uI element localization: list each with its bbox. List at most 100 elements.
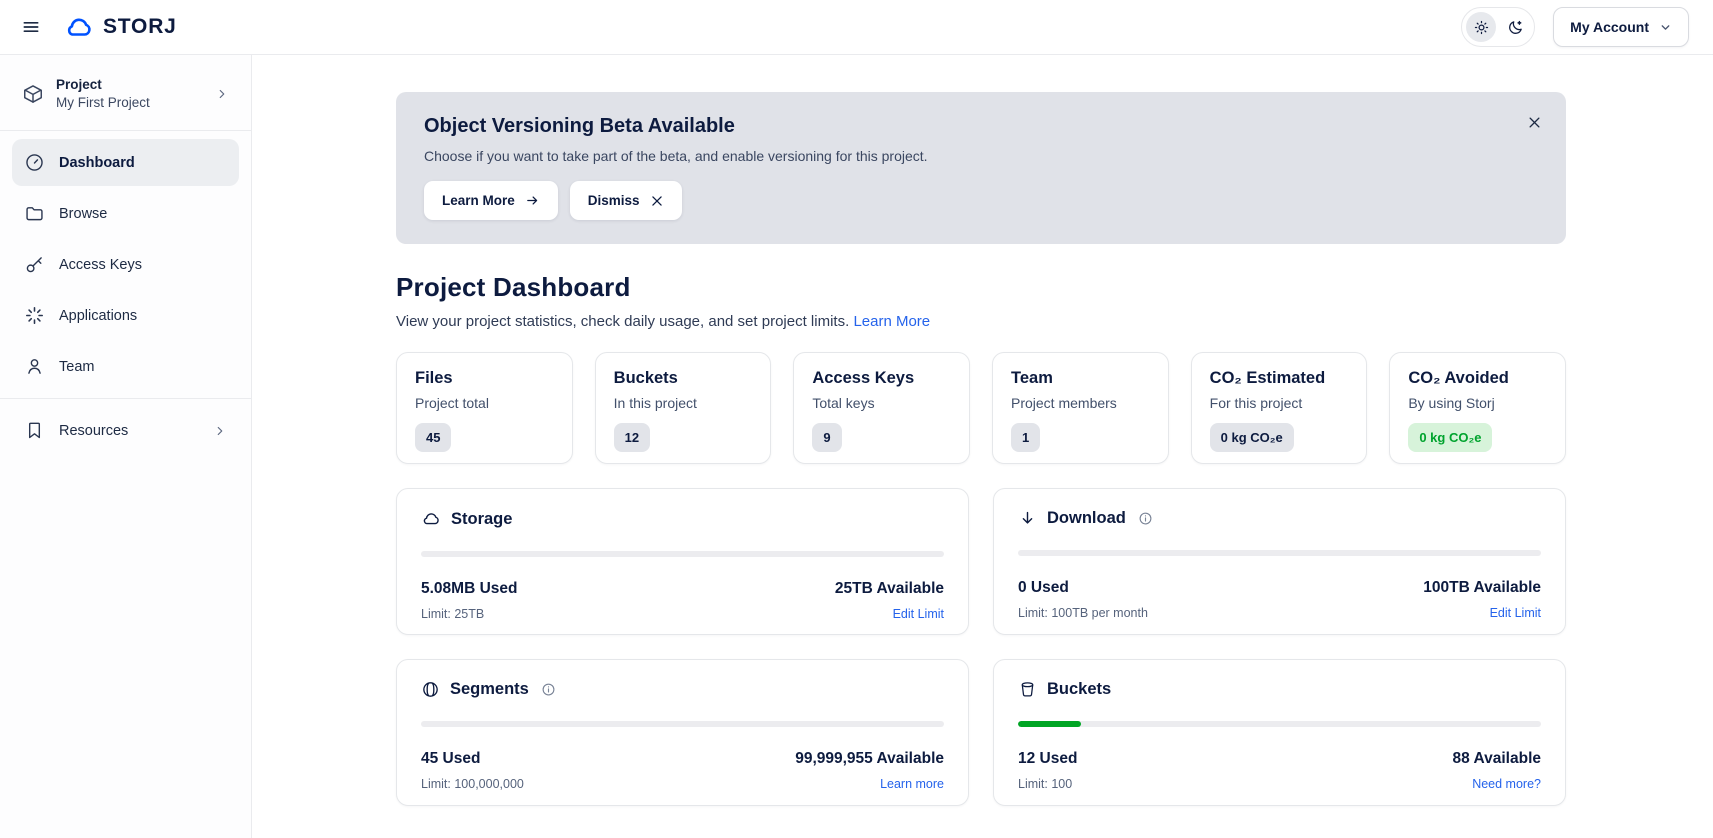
sidebar: Project My First Project Dashboard Brows… bbox=[0, 55, 252, 838]
learn-more-button[interactable]: Learn More bbox=[424, 181, 558, 220]
buckets-card: Buckets 12 Used 88 Available Limit: 100 … bbox=[993, 659, 1566, 806]
sidebar-item-access-keys[interactable]: Access Keys bbox=[12, 241, 239, 288]
versioning-banner: Object Versioning Beta Available Choose … bbox=[396, 92, 1566, 244]
main-content: Object Versioning Beta Available Choose … bbox=[252, 55, 1713, 838]
stat-title: Team bbox=[1011, 369, 1150, 388]
limit-text: Limit: 25TB bbox=[421, 607, 484, 621]
arrow-down-icon bbox=[1018, 509, 1037, 528]
close-icon bbox=[1527, 115, 1542, 130]
chevron-right-icon bbox=[215, 87, 229, 101]
stat-card-team: Team Project members 1 bbox=[992, 352, 1169, 464]
stat-subtitle: In this project bbox=[614, 395, 753, 411]
download-progress-track bbox=[1018, 550, 1541, 556]
project-selector[interactable]: Project My First Project bbox=[12, 65, 239, 122]
need-more-link[interactable]: Need more? bbox=[1472, 777, 1541, 791]
learn-more-link[interactable]: Learn more bbox=[880, 777, 944, 791]
close-icon bbox=[650, 194, 664, 208]
info-icon[interactable] bbox=[541, 682, 556, 697]
banner-close-button[interactable] bbox=[1520, 108, 1548, 136]
used-value: 0 Used bbox=[1018, 579, 1069, 597]
sidebar-item-dashboard[interactable]: Dashboard bbox=[12, 139, 239, 186]
learn-more-label: Learn More bbox=[442, 193, 515, 208]
menu-toggle-button[interactable] bbox=[14, 10, 48, 44]
page-subtitle: View your project statistics, check dail… bbox=[396, 313, 1566, 330]
gauge-icon bbox=[24, 152, 45, 173]
key-icon bbox=[24, 254, 45, 275]
used-value: 45 Used bbox=[421, 750, 480, 768]
used-value: 12 Used bbox=[1018, 750, 1077, 768]
arrow-right-icon bbox=[525, 193, 540, 208]
sidebar-item-applications[interactable]: Applications bbox=[12, 292, 239, 339]
info-icon[interactable] bbox=[1138, 511, 1153, 526]
sidebar-item-label: Dashboard bbox=[59, 155, 135, 171]
stat-title: CO₂ Estimated bbox=[1210, 369, 1349, 388]
available-value: 99,999,955 Available bbox=[795, 750, 944, 768]
my-account-button[interactable]: My Account bbox=[1553, 7, 1689, 47]
stat-subtitle: Project total bbox=[415, 395, 554, 411]
available-value: 25TB Available bbox=[835, 580, 944, 598]
stat-value-badge: 0 kg CO₂e bbox=[1408, 423, 1492, 452]
usage-card-title: Segments bbox=[450, 680, 529, 699]
stat-card-access-keys: Access Keys Total keys 9 bbox=[793, 352, 970, 464]
sidebar-nav: Dashboard Browse Access Keys Application… bbox=[12, 139, 239, 390]
storj-logo[interactable]: STORJ bbox=[64, 15, 177, 39]
cube-icon bbox=[22, 83, 44, 105]
moon-star-icon bbox=[1507, 19, 1524, 36]
sidebar-item-label: Applications bbox=[59, 308, 137, 324]
light-mode-button[interactable] bbox=[1466, 12, 1496, 42]
usage-card-title: Download bbox=[1047, 509, 1126, 528]
sidebar-item-label: Access Keys bbox=[59, 257, 142, 273]
usage-card-title: Buckets bbox=[1047, 680, 1111, 699]
stat-title: Buckets bbox=[614, 369, 753, 388]
my-account-label: My Account bbox=[1570, 19, 1649, 35]
stat-title: CO₂ Avoided bbox=[1408, 369, 1547, 388]
banner-title: Object Versioning Beta Available bbox=[424, 115, 1538, 138]
sun-icon bbox=[1473, 19, 1490, 36]
brand-name: STORJ bbox=[103, 15, 177, 39]
sidebar-item-resources[interactable]: Resources bbox=[12, 407, 239, 454]
stat-subtitle: Total keys bbox=[812, 395, 951, 411]
stat-value-badge: 1 bbox=[1011, 423, 1040, 452]
bucket-icon bbox=[1018, 680, 1037, 699]
download-card: Download 0 Used 100TB Available Limit: 1… bbox=[993, 488, 1566, 635]
stat-card-co2-avoided: CO₂ Avoided By using Storj 0 kg CO₂e bbox=[1389, 352, 1566, 464]
sparkle-icon bbox=[24, 305, 45, 326]
folder-icon bbox=[24, 203, 45, 224]
used-value: 5.08MB Used bbox=[421, 580, 517, 598]
page-subtitle-text: View your project statistics, check dail… bbox=[396, 313, 849, 330]
available-value: 88 Available bbox=[1453, 750, 1541, 768]
sidebar-divider bbox=[0, 130, 251, 131]
stat-title: Files bbox=[415, 369, 554, 388]
buckets-progress-track bbox=[1018, 721, 1541, 727]
stat-card-buckets: Buckets In this project 12 bbox=[595, 352, 772, 464]
segments-card: Segments 45 Used 99,999,955 Available Li… bbox=[396, 659, 969, 806]
stat-value-badge: 12 bbox=[614, 423, 650, 452]
sidebar-item-label: Browse bbox=[59, 206, 107, 222]
stat-value-badge: 0 kg CO₂e bbox=[1210, 423, 1294, 452]
project-name: My First Project bbox=[56, 95, 203, 110]
learn-more-link[interactable]: Learn More bbox=[853, 313, 930, 330]
sidebar-item-team[interactable]: Team bbox=[12, 343, 239, 390]
sidebar-divider bbox=[0, 398, 251, 399]
project-label: Project bbox=[56, 77, 203, 92]
buckets-progress-fill bbox=[1018, 721, 1081, 727]
available-value: 100TB Available bbox=[1423, 579, 1541, 597]
edit-limit-link[interactable]: Edit Limit bbox=[893, 607, 944, 621]
cloud-icon bbox=[421, 509, 441, 529]
limit-text: Limit: 100TB per month bbox=[1018, 606, 1148, 620]
stat-title: Access Keys bbox=[812, 369, 951, 388]
person-icon bbox=[24, 356, 45, 377]
limit-text: Limit: 100 bbox=[1018, 777, 1072, 791]
stat-subtitle: By using Storj bbox=[1408, 395, 1547, 411]
edit-limit-link[interactable]: Edit Limit bbox=[1490, 606, 1541, 620]
stat-card-files: Files Project total 45 bbox=[396, 352, 573, 464]
sidebar-item-label: Team bbox=[59, 359, 94, 375]
dismiss-button[interactable]: Dismiss bbox=[570, 181, 682, 220]
stat-value-badge: 45 bbox=[415, 423, 451, 452]
dark-mode-button[interactable] bbox=[1500, 12, 1530, 42]
bookmark-icon bbox=[24, 420, 45, 441]
chevron-down-icon bbox=[1659, 21, 1672, 34]
sidebar-item-browse[interactable]: Browse bbox=[12, 190, 239, 237]
stat-cards-row: Files Project total 45 Buckets In this p… bbox=[396, 352, 1566, 464]
banner-description: Choose if you want to take part of the b… bbox=[424, 148, 1538, 164]
